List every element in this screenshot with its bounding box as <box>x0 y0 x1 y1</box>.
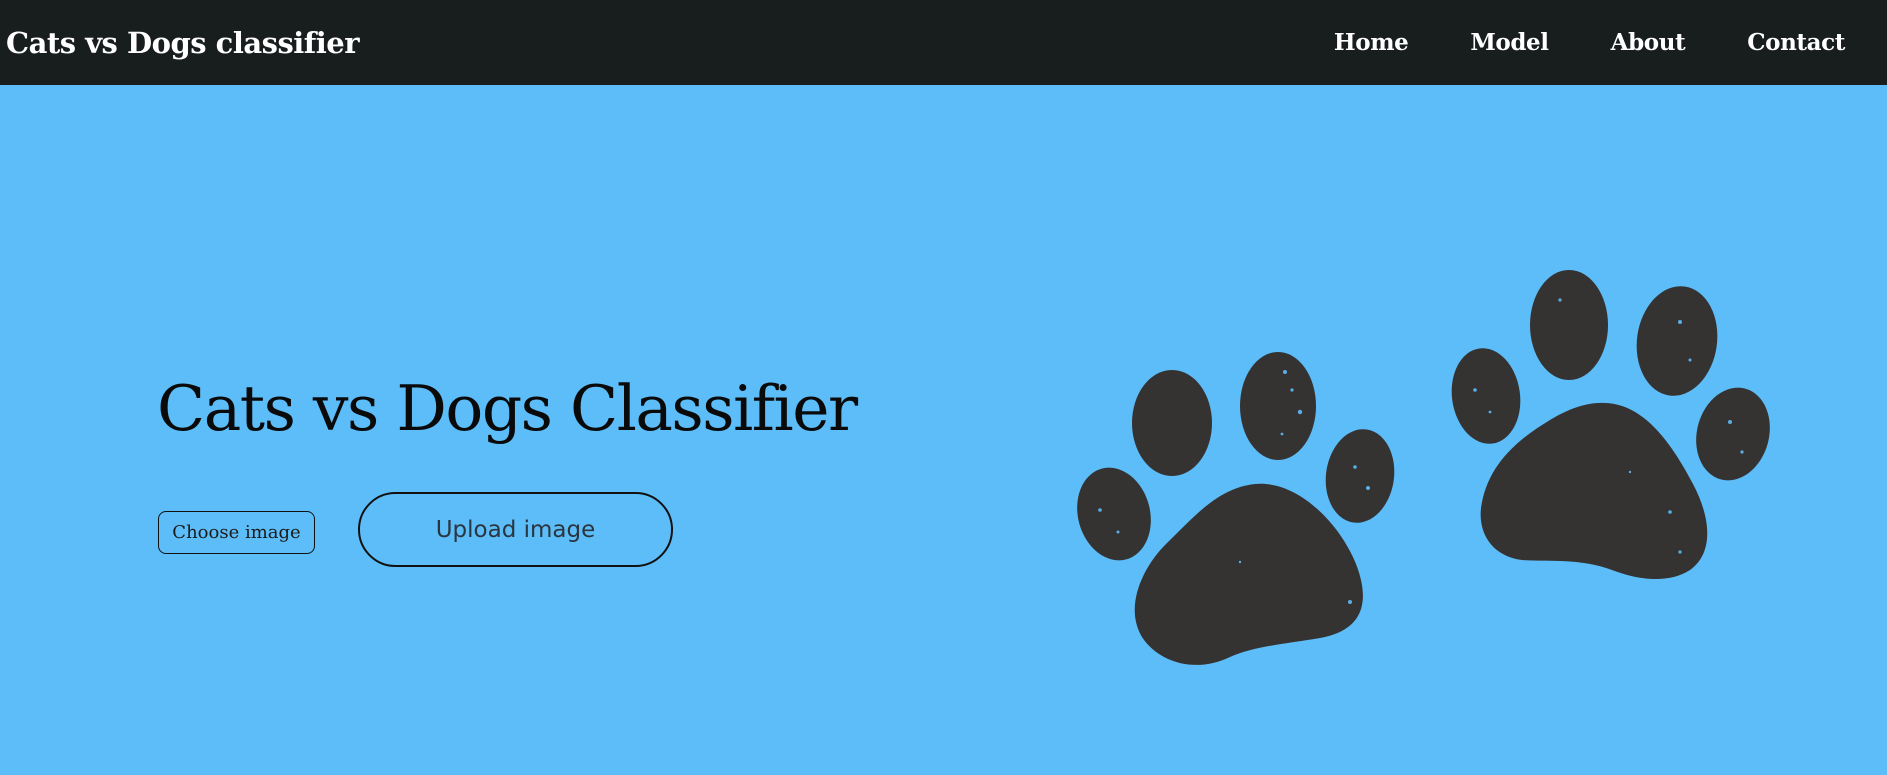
choose-image-button[interactable]: Choose image <box>158 511 315 554</box>
page-title: Cats vs Dogs Classifier <box>157 372 858 445</box>
nav-link-home[interactable]: Home <box>1334 29 1409 56</box>
nav-link-contact[interactable]: Contact <box>1747 29 1845 56</box>
navbar: Cats vs Dogs classifier Home Model About… <box>0 0 1887 85</box>
left-paw-icon <box>1077 352 1395 665</box>
right-paw-icon <box>1451 270 1770 580</box>
nav-link-model[interactable]: Model <box>1470 29 1549 56</box>
paw-prints-icon <box>1077 270 1770 665</box>
brand-link[interactable]: Cats vs Dogs classifier <box>6 26 360 60</box>
nav-link-about[interactable]: About <box>1611 29 1686 56</box>
upload-image-button[interactable]: Upload image <box>358 492 673 567</box>
nav-links: Home Model About Contact <box>1272 29 1845 56</box>
